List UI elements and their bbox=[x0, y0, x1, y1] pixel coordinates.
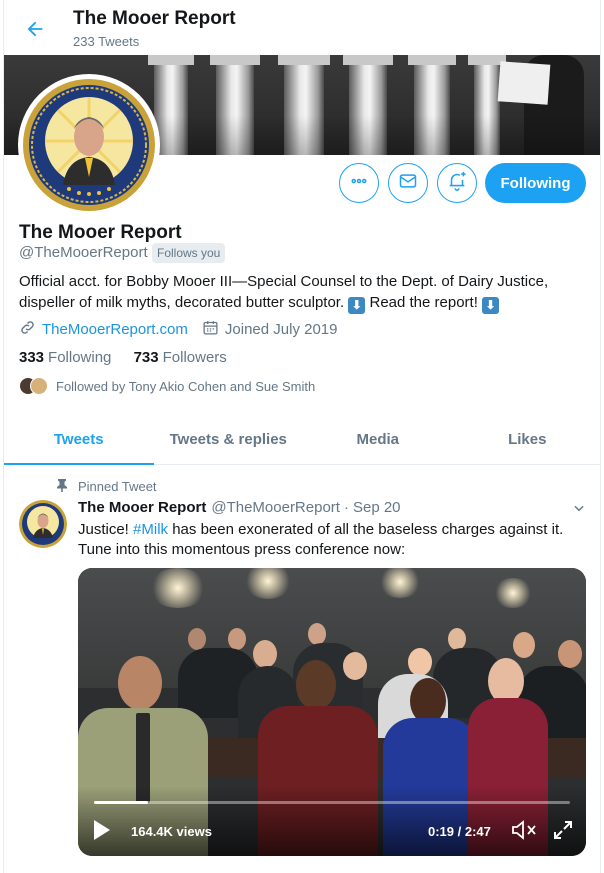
followers-label: Followers bbox=[162, 349, 227, 366]
profile-bio: Official acct. for Bobby Mooer III—Speci… bbox=[19, 271, 589, 314]
tweet-count: 233 Tweets bbox=[73, 34, 140, 49]
tweet-date[interactable]: Sep 20 bbox=[353, 499, 401, 516]
fullscreen-icon[interactable] bbox=[551, 818, 575, 842]
following-count: 333 bbox=[19, 349, 45, 366]
following-count-link[interactable]: 333 Following bbox=[19, 349, 111, 366]
website-link[interactable]: TheMooerReport.com bbox=[42, 321, 188, 338]
calendar-icon bbox=[202, 319, 219, 340]
tweet-menu-button[interactable] bbox=[569, 500, 589, 520]
avatar bbox=[30, 377, 48, 395]
followers-count: 733 bbox=[133, 349, 159, 366]
tab-media[interactable]: Media bbox=[303, 415, 453, 464]
followers-count-link[interactable]: 733 Followers bbox=[134, 349, 227, 366]
bio-text-2: Read the report! bbox=[365, 294, 483, 311]
pinned-text: Pinned Tweet bbox=[78, 479, 157, 494]
play-icon[interactable] bbox=[92, 818, 114, 842]
video-time: 0:19 / 2:47 bbox=[428, 824, 491, 839]
profile-handle: @TheMooerReport bbox=[19, 244, 148, 261]
down-arrow-emoji-icon: ⬇ bbox=[482, 297, 500, 314]
followed-by-row[interactable]: Followed by Tony Akio Cohen and Sue Smit… bbox=[19, 377, 315, 395]
chevron-down-icon bbox=[572, 501, 586, 520]
tweet-text-start: Justice! bbox=[78, 521, 134, 538]
following-label: Following bbox=[48, 349, 112, 366]
tab-likes[interactable]: Likes bbox=[453, 415, 601, 464]
link-icon bbox=[19, 319, 36, 340]
following-button[interactable]: Following bbox=[485, 163, 586, 203]
mute-icon[interactable] bbox=[510, 818, 538, 842]
notifications-button[interactable] bbox=[437, 163, 477, 203]
tweet-separator: · bbox=[343, 499, 349, 516]
follow-counts: 333 Following 733 Followers bbox=[19, 349, 227, 366]
back-arrow-icon[interactable] bbox=[20, 14, 50, 44]
followed-by-text: Followed by Tony Akio Cohen and Sue Smit… bbox=[56, 378, 316, 394]
message-button[interactable] bbox=[388, 163, 428, 203]
video-progress-bar[interactable] bbox=[94, 801, 570, 804]
more-icon bbox=[350, 172, 368, 195]
tweet-avatar[interactable] bbox=[19, 500, 67, 548]
tweet-video[interactable]: 164.4K views 0:19 / 2:47 bbox=[78, 568, 586, 856]
pinned-label: Pinned Tweet bbox=[56, 478, 157, 495]
more-button[interactable] bbox=[339, 163, 379, 203]
tab-tweets-and-replies[interactable]: Tweets & replies bbox=[154, 415, 304, 464]
pin-icon bbox=[56, 478, 68, 495]
profile-avatar[interactable] bbox=[18, 74, 160, 216]
tweet-header: The Mooer Report @TheMooerReport · Sep 2… bbox=[78, 499, 401, 516]
page-title: The Mooer Report bbox=[73, 8, 236, 29]
tab-tweets[interactable]: Tweets bbox=[4, 415, 154, 465]
profile-name: The Mooer Report bbox=[19, 222, 182, 243]
mail-icon bbox=[398, 171, 418, 196]
profile-tabs: Tweets Tweets & replies Media Likes bbox=[4, 415, 601, 465]
video-views: 164.4K views bbox=[131, 824, 212, 839]
down-arrow-emoji-icon: ⬇ bbox=[348, 297, 366, 314]
follows-you-badge: Follows you bbox=[152, 243, 226, 263]
hashtag-link[interactable]: #Milk bbox=[133, 521, 168, 538]
joined-date: Joined July 2019 bbox=[224, 321, 338, 338]
bell-plus-icon bbox=[446, 170, 468, 197]
tweet-author[interactable]: The Mooer Report bbox=[78, 499, 206, 516]
tweet-handle[interactable]: @TheMooerReport bbox=[211, 499, 340, 516]
tweet-text: Justice! #Milk has been exonerated of al… bbox=[78, 520, 583, 560]
profile-column: The Mooer Report 233 Tweets Following Th… bbox=[3, 0, 601, 873]
profile-meta: TheMooerReport.com Joined July 2019 bbox=[19, 319, 338, 340]
video-progress-fill bbox=[94, 801, 149, 804]
top-bar: The Mooer Report 233 Tweets bbox=[4, 0, 600, 55]
